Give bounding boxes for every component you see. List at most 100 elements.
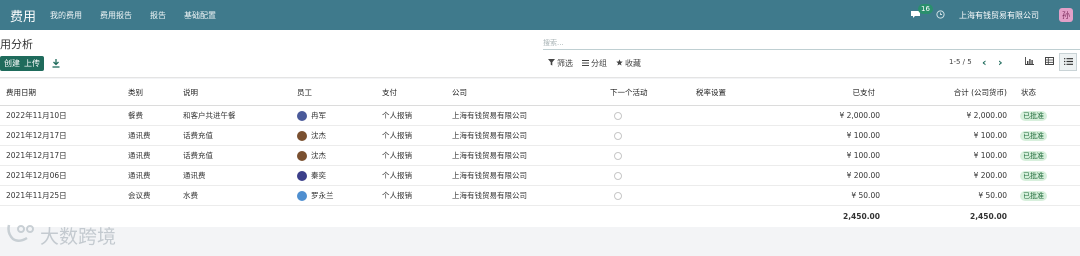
cell-payment: 个人报销 [382,151,412,160]
header-category[interactable]: 类别 [128,79,143,105]
cell-company: 上海有钱贸易有限公司 [452,171,527,180]
employee-avatar [297,150,307,161]
cell-paid: ¥ 100.00 [846,131,880,140]
download-icon[interactable] [52,59,60,70]
upload-button[interactable]: 上传 [20,56,44,71]
cell-category: 通讯费 [128,131,151,140]
header-company[interactable]: 公司 [452,79,467,105]
header-total[interactable]: 合计 (公司货币) [900,79,1007,105]
list-icon [1063,57,1073,67]
pivot-view-button[interactable] [1040,53,1058,71]
cell-date: 2021年12月06日 [6,171,67,180]
next-activity-icon[interactable] [614,166,622,185]
employee-avatar [297,190,307,201]
status-badge: 已批准 [1020,190,1047,201]
cell-payment: 个人报销 [382,111,412,120]
cell-description: 和客户共进午餐 [183,111,236,120]
cell-total: ¥ 200.00 [973,171,1007,180]
employee-avatar [297,130,307,141]
cell-date: 2022年11月10日 [6,111,67,120]
bar-chart-icon [1024,57,1034,67]
watermark-logo-icon [6,222,40,249]
cell-employee: 秦奕 [297,166,326,185]
cell-date: 2021年12月17日 [6,151,67,160]
chat-icon[interactable]: 16 [910,4,933,20]
group-by-icon [582,59,589,68]
status-badge: 已批准 [1020,170,1047,181]
status-badge: 已批准 [1020,110,1047,121]
search-input[interactable] [543,38,1080,47]
filter-button[interactable]: 筛选 [548,58,573,69]
total-paid: 2,450.00 [842,212,880,221]
header-next-activity[interactable]: 下一个活动 [610,79,648,105]
employee-name: 冉军 [311,111,326,120]
cell-description: 话费充值 [183,131,213,140]
table-icon [1044,57,1054,67]
employee-avatar [297,110,307,121]
total-amount: 2,450.00 [969,212,1007,221]
cell-company: 上海有钱贸易有限公司 [452,191,527,200]
status-badge: 已批准 [1020,130,1047,141]
pager-previous-icon[interactable]: ‹ [982,56,987,69]
company-switcher[interactable]: 上海有钱贸易有限公司 [959,10,1039,21]
top-navbar: 费用 我的费用 费用报告 报告 基础配置 16 上海有钱贸易有限公司 孙 [0,0,1080,30]
menu-reporting[interactable]: 报告 [150,10,166,21]
cell-category: 会议费 [128,191,151,200]
table-row[interactable]: 2021年12月17日 通讯费 话费充值 沈杰 个人报销 上海有钱贸易有限公司 … [0,146,1080,166]
header-payment[interactable]: 支付 [382,79,397,105]
employee-avatar [297,170,307,181]
star-icon [616,59,623,68]
status-cell: 已批准 [1020,146,1047,165]
table-row[interactable]: 2021年12月17日 通讯费 话费充值 沈杰 个人报销 上海有钱贸易有限公司 … [0,126,1080,146]
cell-payment: 个人报销 [382,171,412,180]
app-title[interactable]: 费用 [10,6,36,25]
header-date[interactable]: 费用日期 [6,79,36,105]
list-view-button[interactable] [1059,53,1077,71]
cell-date: 2021年12月17日 [6,131,67,140]
next-activity-icon[interactable] [614,186,622,205]
cell-total: ¥ 2,000.00 [966,111,1007,120]
user-avatar[interactable]: 孙 [1059,8,1073,22]
header-paid[interactable]: 已支付 [780,79,876,105]
table-row[interactable]: 2021年11月25日 会议费 水费 罗永兰 个人报销 上海有钱贸易有限公司 ¥… [0,186,1080,206]
cell-category: 餐费 [128,111,143,120]
search-bar [543,36,1080,50]
status-cell: 已批准 [1020,186,1047,205]
watermark-text: 大数跨境 [40,226,117,248]
status-badge: 已批准 [1020,150,1047,161]
menu-configuration[interactable]: 基础配置 [184,10,216,21]
cell-category: 通讯费 [128,151,151,160]
cell-total: ¥ 100.00 [973,131,1007,140]
pager-next-icon[interactable]: › [998,56,1003,69]
next-activity-icon[interactable] [614,146,622,165]
header-status[interactable]: 状态 [1021,79,1036,105]
favorites-button[interactable]: 收藏 [616,58,641,69]
header-description[interactable]: 说明 [183,79,198,105]
cell-category: 通讯费 [128,171,151,180]
cell-company: 上海有钱贸易有限公司 [452,131,527,140]
control-panel: 用分析 创建 上传 筛选 分组 收藏 1-5 / 5 ‹ › [0,30,1080,78]
header-employee[interactable]: 员工 [297,79,312,105]
pager-value[interactable]: 1-5 / 5 [949,58,972,66]
next-activity-icon[interactable] [614,126,622,145]
watermark: 大数跨境 [6,222,116,249]
cell-company: 上海有钱贸易有限公司 [452,111,527,120]
status-cell: 已批准 [1020,106,1047,125]
cell-description: 水费 [183,191,198,200]
group-by-button[interactable]: 分组 [582,58,607,69]
cell-date: 2021年11月25日 [6,191,67,200]
table-row[interactable]: 2021年12月06日 通讯费 通讯费 秦奕 个人报销 上海有钱贸易有限公司 ¥… [0,166,1080,186]
employee-name: 秦奕 [311,171,326,180]
cell-employee: 冉军 [297,106,326,125]
header-tax[interactable]: 税率设置 [696,79,726,105]
cell-employee: 沈杰 [297,146,326,165]
menu-expense-reports[interactable]: 费用报告 [100,10,132,21]
activity-clock-icon[interactable] [936,9,945,21]
status-cell: 已批准 [1020,166,1047,185]
graph-view-button[interactable] [1020,53,1038,71]
next-activity-icon[interactable] [614,106,622,125]
expense-list-table: 费用日期 类别 说明 员工 支付 公司 下一个活动 税率设置 已支付 合计 (公… [0,79,1080,227]
cell-paid: ¥ 50.00 [851,191,880,200]
menu-my-expenses[interactable]: 我的费用 [50,10,82,21]
table-row[interactable]: 2022年11月10日 餐费 和客户共进午餐 冉军 个人报销 上海有钱贸易有限公… [0,106,1080,126]
